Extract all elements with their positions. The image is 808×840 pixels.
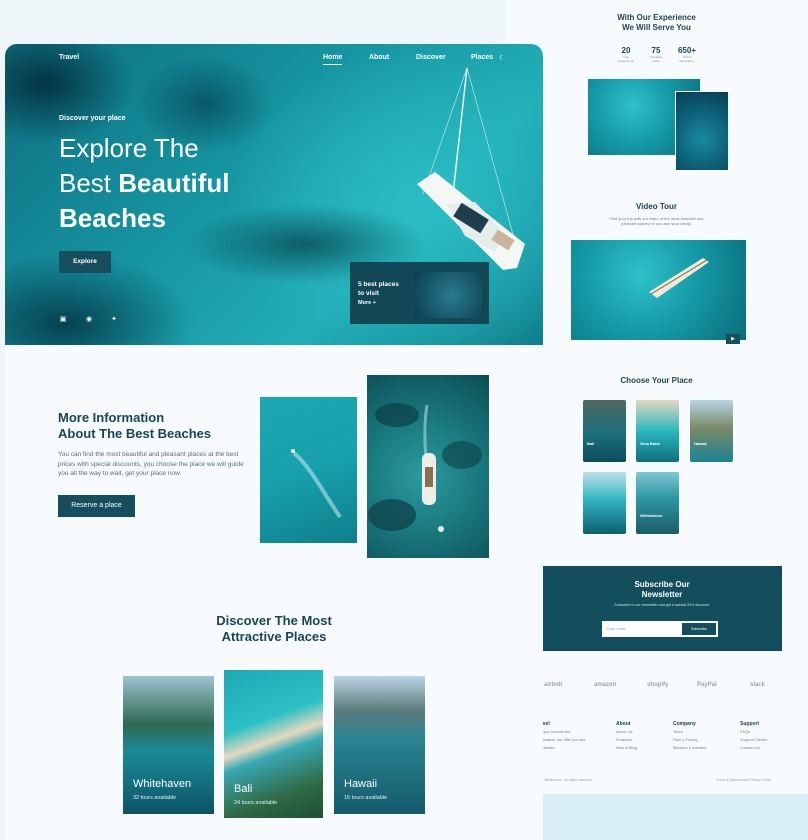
hero-title: Explore The Best Beautiful Beaches (59, 133, 230, 233)
newsletter-form: Enter email Subscribe (602, 621, 718, 637)
speedboat-wake (291, 449, 342, 519)
footer-link[interactable]: Support Center (740, 736, 767, 744)
info-title: More Information About The Best Beaches (58, 410, 212, 441)
email-input[interactable]: Enter email (607, 627, 625, 631)
reserve-button[interactable]: Reserve a place (58, 495, 135, 517)
place-tours: 15 tours available (344, 795, 388, 801)
experience-title: With Our Experience We Will Serve You (617, 13, 696, 32)
best-places-card[interactable]: 5 best places to visit More + (350, 262, 489, 324)
newsletter-subtitle: Subscribe to our newsletter and get a sp… (614, 603, 710, 607)
place-card-4[interactable] (583, 472, 626, 534)
video-player[interactable]: ▶ (571, 240, 746, 344)
footer-link[interactable]: New & Blog (616, 744, 637, 752)
place-card-whitehaven[interactable]: Whitehaven (636, 472, 679, 534)
footer-link[interactable]: Contact Us (740, 744, 767, 752)
subscribe-button[interactable]: Subscribe (682, 623, 716, 635)
logo-slack: slack (750, 682, 766, 688)
footer-link[interactable]: About Us (616, 728, 637, 736)
explore-button[interactable]: Explore (59, 251, 111, 273)
place-card-label: Gina Baha (640, 441, 660, 446)
play-icon[interactable]: ▶ (726, 334, 740, 344)
place-card-label: Whitehaven (640, 513, 663, 518)
best-places-image (414, 272, 482, 318)
logo-airbnb: airbnb (544, 682, 563, 688)
logo-paypal: PayPal (697, 682, 717, 688)
main-page-preview: Travel Home About Discover Places ☾ Disc… (5, 44, 543, 840)
footer-link[interactable]: FAQs (740, 728, 767, 736)
place-name: Bali (234, 783, 253, 795)
footer-link[interactable]: Team (673, 728, 707, 736)
info-image-1 (260, 397, 357, 543)
place-name: Whitehaven (133, 778, 192, 790)
instagram-icon[interactable]: ◉ (85, 316, 93, 324)
footer-about: About About Us Features New & Blog (616, 721, 637, 752)
footer-legal[interactable]: Terms & Agreements Privacy Policy (716, 778, 771, 782)
newsletter-title: Subscribe Our Newsletter (634, 580, 690, 599)
hero-section: Travel Home About Discover Places ☾ Disc… (5, 44, 543, 345)
place-card-label: Hawaii (694, 441, 707, 446)
footer-company: Company Team Plan y Pricing Become a mem… (673, 721, 707, 752)
video-tour-text: Find your trip with our video of the mos… (609, 216, 704, 226)
video-tour-title: Video Tour (635, 202, 678, 211)
place-name: Hawaii (344, 778, 378, 790)
place-card-label: Bali (587, 441, 595, 446)
info-description: You can find the most beautiful and plea… (58, 451, 244, 477)
footer-link[interactable]: Features (616, 736, 637, 744)
place-card-hawaii[interactable]: Hawaii 15 tours available (334, 676, 425, 814)
best-places-title: 5 best places to visit (358, 281, 399, 297)
stat-tours: 75 Complete tours (649, 46, 663, 63)
footer-copyright: @ Bedimcode. All rights reserved (540, 778, 592, 782)
hero-subtitle: Discover your place (59, 115, 126, 122)
place-card-bali[interactable]: Bali (583, 400, 626, 462)
info-image-2 (367, 375, 489, 558)
boat-illustration (649, 258, 709, 298)
place-card-hawaii[interactable]: Hawaii (690, 400, 733, 462)
footer-support: Support FAQs Support Center Contact Us (740, 721, 768, 752)
footer-link[interactable]: Become a member (673, 744, 707, 752)
experience-image-2 (675, 91, 729, 171)
twitter-icon[interactable]: ✦ (110, 316, 118, 324)
secondary-page-preview: With Our Experience We Will Serve You 20… (505, 0, 808, 840)
stat-years: 20 Year Experience (618, 46, 634, 63)
place-tours: 32 tours available (133, 795, 177, 801)
newsletter-section: Subscribe Our Newsletter Subscribe to ou… (542, 566, 782, 651)
logo-amazon: amazon (594, 682, 617, 688)
choose-place-title: Choose Your Place (620, 376, 693, 385)
yacht-illustration (368, 403, 482, 532)
stat-destinations: 650+ Tourist Destination (677, 46, 697, 63)
footer-brand: avel If you choose the stination, we off… (540, 721, 586, 750)
place-card-whitehaven[interactable]: Whitehaven 32 tours available (123, 676, 214, 814)
facebook-icon[interactable]: ▣ (59, 316, 67, 324)
more-link[interactable]: More + (358, 300, 376, 306)
footer-link[interactable]: Plan y Pricing (673, 736, 707, 744)
place-card-gina-baha[interactable]: Gina Baha (636, 400, 679, 462)
place-card-bali[interactable]: Bali 24 tours available (224, 670, 323, 818)
place-tours: 24 tours available (234, 800, 278, 806)
logo-shopify: shopify (647, 682, 669, 688)
discover-title: Discover The Most Attractive Places (216, 613, 332, 644)
footer-strip (505, 794, 808, 840)
